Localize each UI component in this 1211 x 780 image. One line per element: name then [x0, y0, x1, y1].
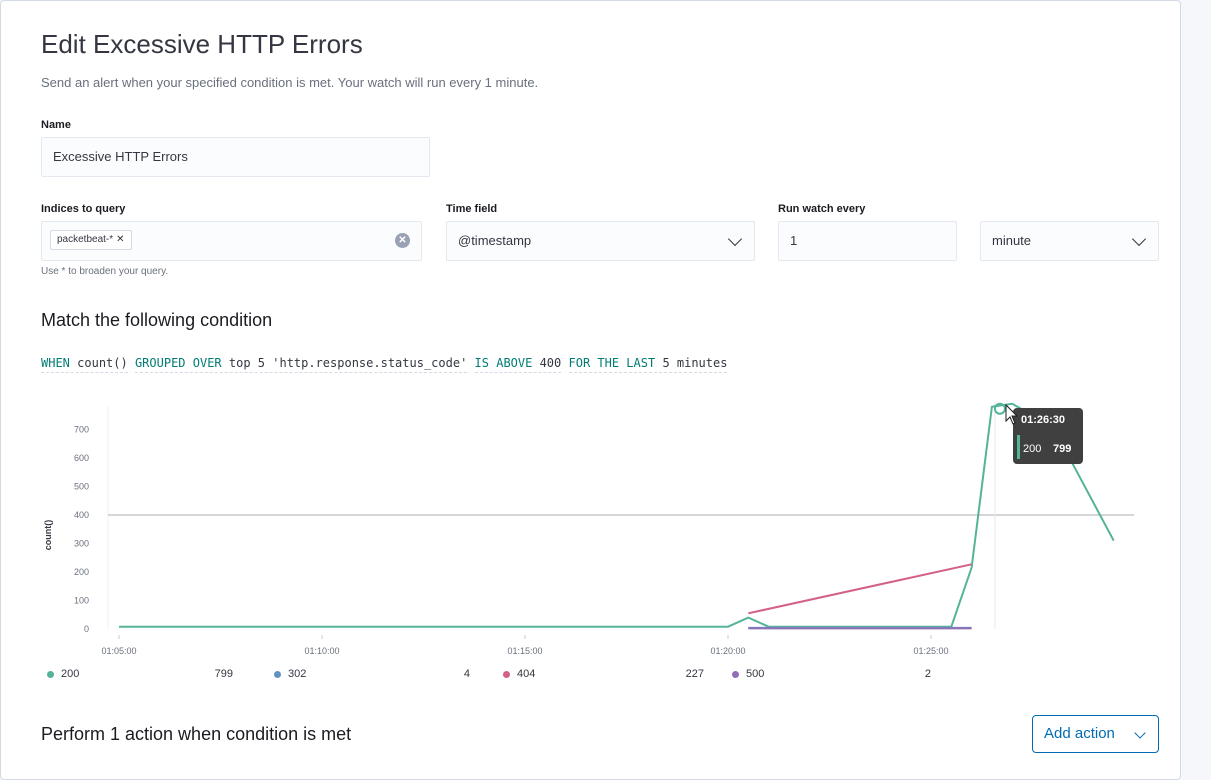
page-subtitle: Send an alert when your specified condit… — [41, 75, 539, 90]
condition-expression: WHEN count() GROUPED OVER top 5 'http.re… — [41, 356, 728, 376]
x-tick-label: 01:25:00 — [913, 646, 948, 656]
legend-label-500[interactable]: 500 — [746, 668, 764, 680]
chevron-down-icon — [1134, 727, 1146, 739]
threshold-chart: 0 100 200 300 400 500 600 700 01:05:00 01:10:00 01… — [43, 401, 1134, 656]
name-input[interactable]: Excessive HTTP Errors — [41, 137, 430, 177]
legend-label-200[interactable]: 200 — [61, 668, 79, 680]
add-action-button[interactable]: Add action — [1032, 715, 1159, 753]
grouped-over-expression[interactable]: GROUPED OVER top 5 'http.response.status… — [134, 356, 468, 373]
tooltip-series-name: 200 — [1023, 443, 1041, 455]
indices-help-text: Use * to broaden your query. — [41, 266, 169, 277]
legend-value-302: 4 — [463, 668, 470, 680]
remove-chip-icon[interactable]: ✕ — [116, 234, 124, 245]
time-field-label: Time field — [446, 203, 498, 215]
x-tick-label: 01:15:00 — [507, 646, 542, 656]
y-tick-label: 300 — [74, 539, 89, 549]
edit-watch-panel: Edit Excessive HTTP Errors Send an alert… — [0, 0, 1181, 780]
tooltip-time: 01:26:30 — [1021, 414, 1065, 426]
tooltip-value: 799 — [1053, 443, 1071, 455]
x-tick-label: 01:05:00 — [101, 646, 136, 656]
tooltip-series-color — [1017, 435, 1020, 459]
run-every-unit-select[interactable]: minute — [980, 221, 1159, 261]
legend-value-404: 227 — [685, 668, 704, 680]
y-tick-label: 600 — [74, 453, 89, 463]
legend-dot-200 — [47, 671, 54, 678]
clear-icon[interactable]: ✕ — [395, 233, 410, 248]
threshold-expression[interactable]: IS ABOVE 400 — [474, 356, 562, 373]
time-field-select[interactable]: @timestamp — [446, 221, 755, 261]
y-tick-label: 700 — [74, 425, 89, 435]
condition-section-title: Match the following condition — [41, 310, 273, 330]
name-label: Name — [41, 119, 71, 131]
y-tick-label: 0 — [84, 624, 89, 634]
time-window-expression[interactable]: FOR THE LAST 5 minutes — [568, 356, 728, 373]
indices-label: Indices to query — [41, 203, 126, 215]
legend-label-404[interactable]: 404 — [517, 668, 535, 680]
y-tick-label: 200 — [74, 567, 89, 577]
x-tick-label: 01:20:00 — [710, 646, 745, 656]
run-every-input[interactable]: 1 — [778, 221, 957, 261]
series-line-404 — [748, 563, 972, 615]
legend-value-200: 799 — [214, 668, 233, 680]
x-tick-label: 01:10:00 — [304, 646, 339, 656]
y-axis-label: count() — [43, 520, 53, 551]
add-action-label: Add action — [1044, 725, 1115, 742]
legend-label-302[interactable]: 302 — [288, 668, 306, 680]
legend-dot-404 — [503, 671, 510, 678]
when-expression[interactable]: WHEN count() — [41, 356, 128, 373]
y-tick-label: 400 — [74, 510, 89, 520]
run-every-label: Run watch every — [778, 203, 866, 215]
index-pattern-chip[interactable]: packetbeat-* ✕ — [50, 230, 132, 250]
actions-title: Perform 1 action when condition is met — [41, 724, 352, 744]
y-tick-label: 500 — [74, 482, 89, 492]
legend-dot-302 — [274, 671, 281, 678]
legend-value-500: 2 — [924, 668, 931, 680]
y-tick-label: 100 — [74, 596, 89, 606]
legend-dot-500 — [732, 671, 739, 678]
index-pattern-chip-label: packetbeat-* — [57, 234, 114, 245]
page-title: Edit Excessive HTTP Errors — [41, 29, 363, 59]
